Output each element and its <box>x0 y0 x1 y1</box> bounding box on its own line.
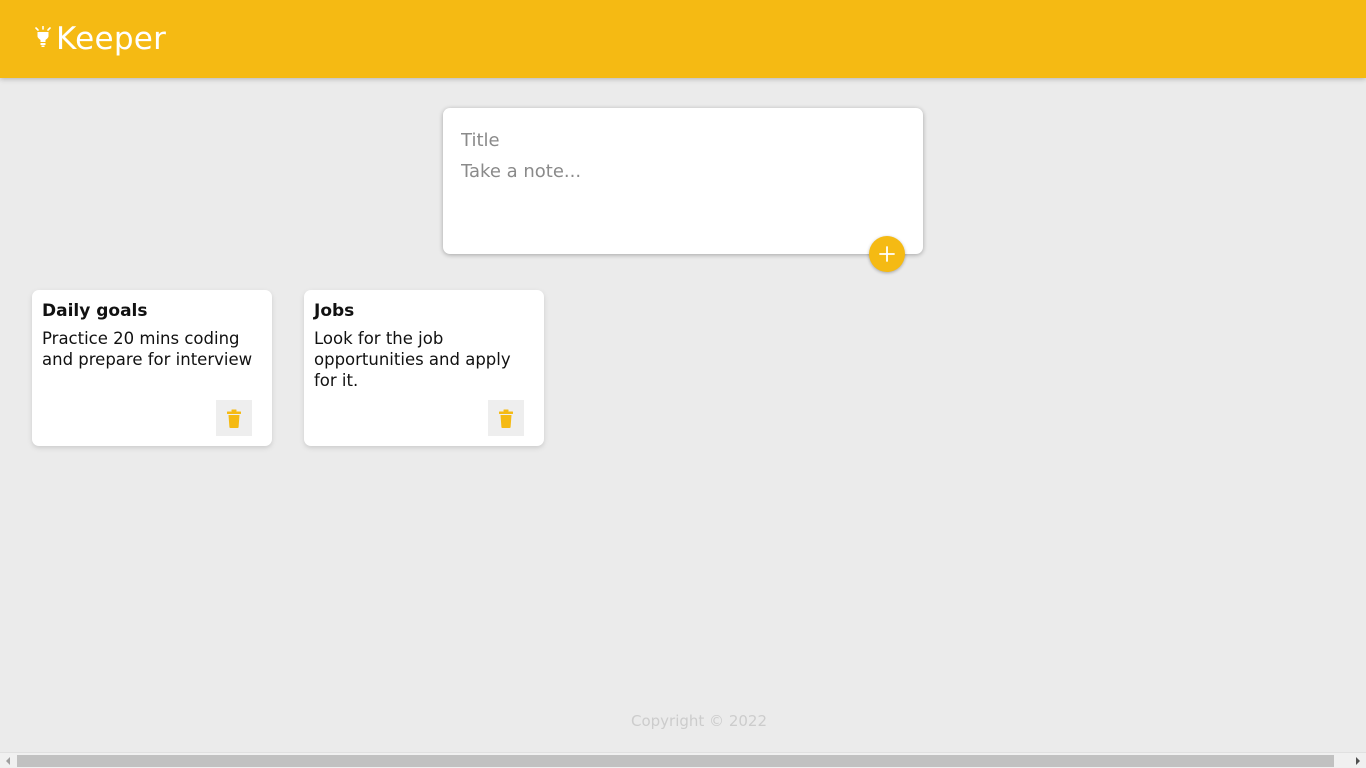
copyright-text: Copyright © 2022 <box>630 712 767 730</box>
note-title: Jobs <box>314 301 355 321</box>
scroll-left-arrow-icon[interactable] <box>0 753 16 768</box>
app-footer: Copyright © 2022 <box>0 712 1366 730</box>
horizontal-scrollbar[interactable] <box>0 752 1366 768</box>
delete-note-button[interactable] <box>488 400 524 436</box>
create-note-form <box>443 108 923 254</box>
note-content: Practice 20 mins coding and prepare for … <box>42 329 253 369</box>
note-content-input[interactable] <box>461 158 905 228</box>
app-header: Keeper <box>0 0 1366 78</box>
scrollbar-thumb[interactable] <box>17 755 1334 767</box>
note-content: Look for the job opportunities and apply… <box>314 329 516 390</box>
note-title-input[interactable] <box>461 126 905 154</box>
trash-icon <box>499 409 513 428</box>
note-title: Daily goals <box>42 301 148 321</box>
plus-icon <box>879 246 895 262</box>
note-card: Jobs Look for the job opportunities and … <box>304 290 544 446</box>
lightbulb-icon <box>35 26 51 47</box>
trash-icon <box>227 409 241 428</box>
app-title: Keeper <box>56 21 167 57</box>
add-note-button[interactable] <box>869 236 905 272</box>
app-logo: Keeper <box>34 21 166 57</box>
note-card: Daily goals Practice 20 mins coding and … <box>32 290 272 446</box>
delete-note-button[interactable] <box>216 400 252 436</box>
scroll-right-arrow-icon[interactable] <box>1350 753 1366 768</box>
